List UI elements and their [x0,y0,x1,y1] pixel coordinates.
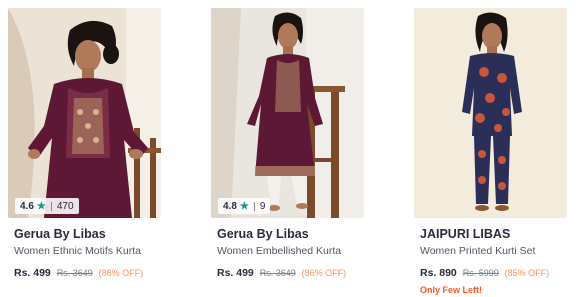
product-price: Rs. 890 [420,267,457,279]
product-price: Rs. 499 [14,267,51,279]
product-brand: JAIPURI LIBAS [420,227,511,241]
product-photo [414,8,567,218]
price-row: Rs. 499 Rs. 3649 (86% OFF) [14,267,161,280]
stock-urgency-label: Only Few Left! [420,285,483,295]
product-discount: (85% OFF) [504,268,550,278]
rating-count: 470 [56,200,74,212]
product-photo [8,8,161,218]
star-icon: ★ [239,200,249,212]
product-title: Women Ethnic Motifs Kurta [14,245,142,257]
product-image[interactable] [414,8,567,218]
rating-badge: 4.8 ★ 9 [218,198,271,214]
rating-value: 4.8 [223,200,237,212]
product-card[interactable]: 4.6 ★ 470 Gerua By Libas Women Ethnic Mo… [8,8,161,280]
product-title: Women Printed Kurti Set [420,245,536,257]
rating-value: 4.6 [20,200,34,212]
product-card[interactable]: JAIPURI LIBAS Women Printed Kurti Set Rs… [414,8,567,295]
product-mrp: Rs. 3649 [56,268,93,278]
product-info: Gerua By Libas Women Embellished Kurta R… [211,218,364,280]
price-row: Rs. 890 Rs. 5999 (85% OFF) [420,267,567,280]
product-brand: Gerua By Libas [217,227,309,241]
product-price: Rs. 499 [217,267,254,279]
product-info: JAIPURI LIBAS Women Printed Kurti Set Rs… [414,218,567,295]
product-brand: Gerua By Libas [14,227,106,241]
product-grid: 4.6 ★ 470 Gerua By Libas Women Ethnic Mo… [0,0,582,297]
product-discount: (86% OFF) [98,268,144,278]
product-image[interactable]: 4.8 ★ 9 [211,8,364,218]
product-mrp: Rs. 3649 [259,268,296,278]
price-row: Rs. 499 Rs. 3649 (86% OFF) [217,267,364,280]
product-title: Women Embellished Kurta [217,245,342,257]
rating-divider [50,201,52,211]
product-mrp: Rs. 5999 [462,268,499,278]
product-discount: (86% OFF) [301,268,347,278]
rating-badge: 4.6 ★ 470 [15,198,79,214]
star-icon: ★ [36,200,46,212]
product-info: Gerua By Libas Women Ethnic Motifs Kurta… [8,218,161,280]
rating-divider [253,201,255,211]
product-photo [211,8,364,218]
product-card[interactable]: 4.8 ★ 9 Gerua By Libas Women Embellished… [211,8,364,280]
rating-count: 9 [259,200,266,212]
product-image[interactable]: 4.6 ★ 470 [8,8,161,218]
